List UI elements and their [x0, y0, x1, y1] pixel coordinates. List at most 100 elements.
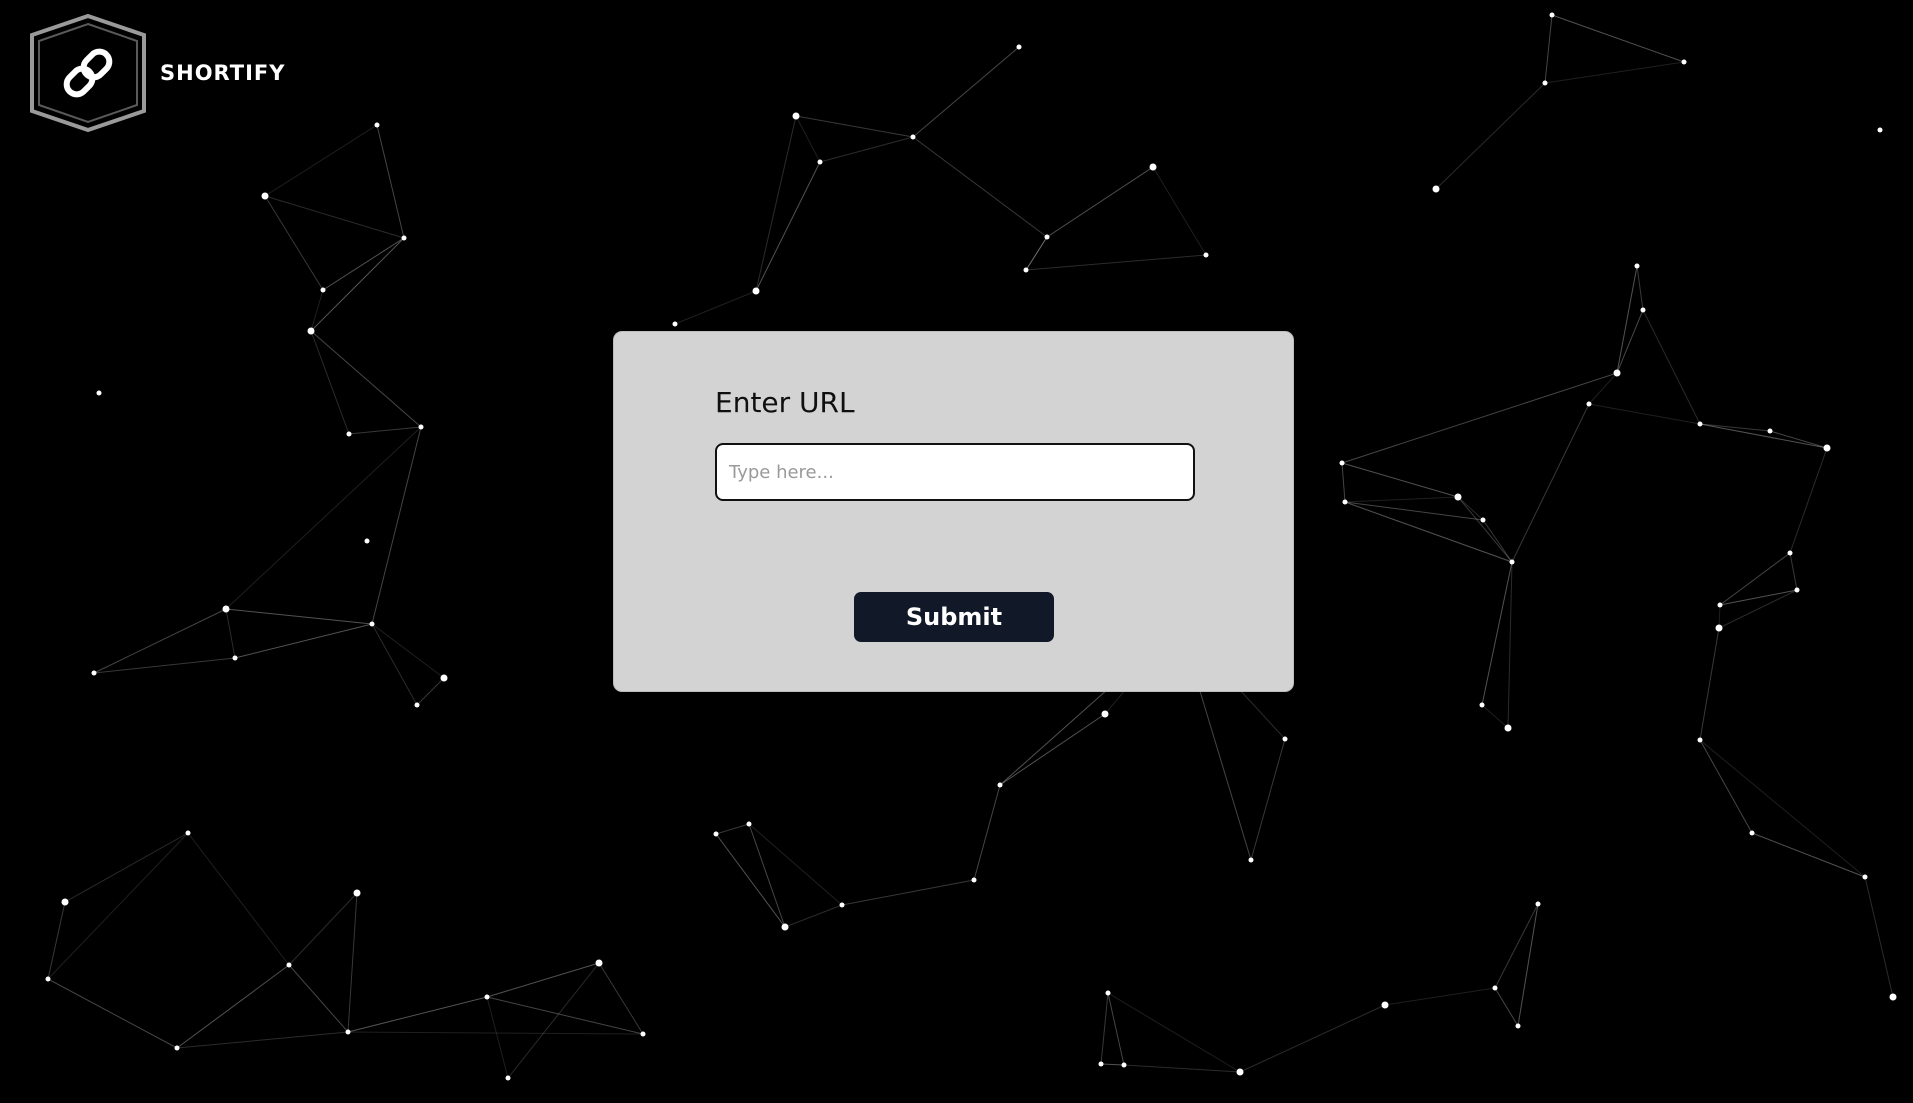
particle-dot: [261, 192, 269, 200]
particle-link: [486, 996, 644, 1035]
particle-dot: [1339, 460, 1345, 466]
particle-link: [795, 115, 914, 138]
particle-link: [1107, 992, 1125, 1066]
particle-link: [1025, 236, 1048, 271]
particle-link: [322, 237, 405, 291]
particle-link: [841, 879, 975, 906]
particle-dot: [1697, 421, 1703, 427]
particle-link: [347, 1031, 644, 1035]
particle-dot: [746, 821, 752, 827]
particle-link: [598, 962, 644, 1035]
particle-dot: [222, 605, 230, 613]
particle-dot: [1381, 1001, 1389, 1009]
particle-link: [1100, 1063, 1125, 1066]
particle-dot: [910, 134, 916, 140]
particle-dot: [505, 1075, 511, 1081]
particle-dot: [414, 702, 420, 708]
particle-link: [973, 784, 1001, 881]
particle-dot: [1889, 993, 1897, 1001]
particle-dot: [839, 902, 845, 908]
particle-link: [1517, 903, 1539, 1027]
particle-link: [288, 892, 358, 966]
particle-dot: [792, 112, 800, 120]
particle-link: [1699, 423, 1828, 449]
page: SHORTIFY Enter URL Submit: [0, 0, 1913, 1103]
particle-link: [486, 996, 509, 1079]
particle-dot: [440, 674, 448, 682]
particle-dot: [1586, 401, 1592, 407]
particle-dot: [1432, 185, 1440, 193]
particle-dot: [1509, 559, 1515, 565]
particle-dot: [1640, 307, 1646, 313]
particle-dot: [345, 1029, 351, 1035]
particle-link: [225, 608, 236, 659]
particle-link: [1481, 704, 1509, 729]
particle-dot: [1342, 499, 1348, 505]
particle-link: [1751, 832, 1866, 878]
form-title: Enter URL: [715, 386, 855, 419]
particle-link: [1789, 552, 1798, 591]
particle-link: [176, 1031, 349, 1049]
particle-link: [1100, 992, 1109, 1065]
particle-link: [1239, 1004, 1386, 1073]
particle-link: [999, 713, 1106, 786]
particle-link: [1511, 403, 1590, 563]
url-input[interactable]: [715, 443, 1195, 501]
particle-link: [912, 46, 1020, 138]
particle-dot: [1454, 493, 1462, 501]
particle-link: [376, 124, 405, 239]
particle-link: [1481, 561, 1513, 706]
particle-dot: [286, 962, 292, 968]
particle-dot: [1794, 587, 1800, 593]
particle-link: [1718, 589, 1798, 629]
particle-link: [795, 115, 821, 163]
particle-dot: [1787, 550, 1793, 556]
particle-dot: [1542, 80, 1548, 86]
particle-link: [912, 136, 1048, 238]
particle-link: [1046, 166, 1154, 238]
particle-dot: [1515, 1023, 1521, 1029]
particle-link: [310, 237, 405, 332]
submit-button[interactable]: Submit: [854, 592, 1054, 642]
particle-link: [674, 290, 757, 325]
particle-dot: [320, 287, 326, 293]
particle-link: [47, 901, 66, 980]
particle-dot: [307, 327, 315, 335]
particle-link: [1699, 423, 1771, 432]
particle-link: [1341, 462, 1459, 498]
particle-link: [1769, 430, 1828, 449]
particle-dot: [1236, 1068, 1244, 1076]
logo-badge: [26, 13, 150, 133]
particle-dot: [1149, 163, 1157, 171]
particle-dot: [1717, 602, 1723, 608]
particle-dot: [713, 831, 719, 837]
particle-link: [187, 832, 290, 966]
particle-dot: [971, 877, 977, 883]
particle-link: [288, 964, 349, 1033]
particle-dot: [374, 122, 380, 128]
particle-dot: [1098, 1061, 1104, 1067]
particle-dot: [1203, 252, 1209, 258]
particle-dot: [401, 235, 407, 241]
particle-link: [1699, 739, 1866, 878]
particle-link: [176, 964, 290, 1049]
particle-link: [310, 330, 350, 435]
particle-dot: [1634, 263, 1640, 269]
particle-dot: [1504, 724, 1512, 732]
particle-link: [1699, 739, 1753, 834]
particle-dot: [1823, 444, 1831, 452]
particle-link: [1250, 738, 1286, 861]
particle-link: [1507, 561, 1513, 729]
particle-dot: [1016, 44, 1022, 50]
particle-link: [225, 426, 422, 610]
particle-link: [371, 426, 422, 625]
particle-link: [1588, 403, 1701, 425]
particle-dot: [174, 1045, 180, 1051]
particle-link: [1494, 987, 1519, 1027]
particle-dot: [1767, 428, 1773, 434]
particle-dot: [1549, 12, 1555, 18]
particle-link: [1107, 992, 1241, 1073]
particle-link: [1341, 462, 1346, 503]
particle-dot: [817, 159, 823, 165]
brand-logo[interactable]: SHORTIFY: [26, 13, 285, 133]
